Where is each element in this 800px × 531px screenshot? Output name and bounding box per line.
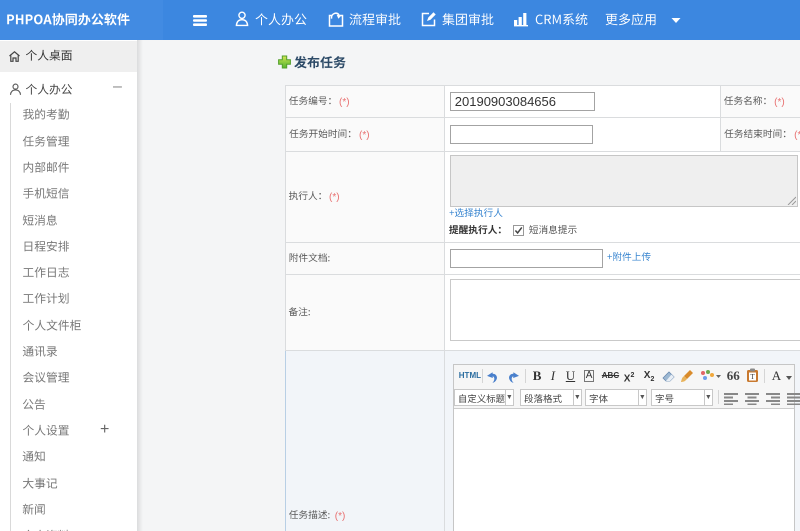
svg-text:T: T [750, 373, 755, 381]
